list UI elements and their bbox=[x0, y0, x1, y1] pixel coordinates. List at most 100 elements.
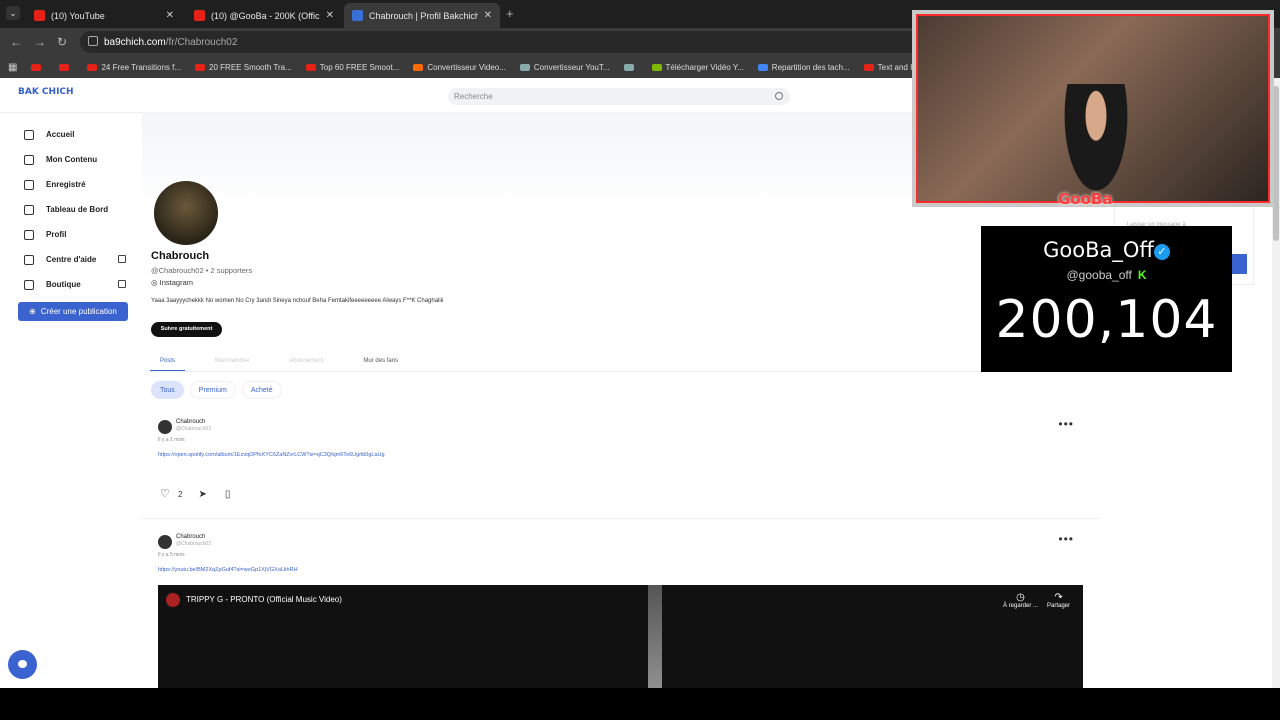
avatar[interactable] bbox=[158, 420, 172, 434]
instagram-link[interactable]: ◎ Instagram bbox=[151, 278, 193, 287]
bookmark-label: Télécharger Vidéo Y... bbox=[665, 62, 744, 72]
bookmark-label: 24 Free Transitions f... bbox=[101, 62, 182, 72]
like-count: 2 bbox=[178, 490, 183, 499]
bookmark-label: Top 60 FREE Smoot... bbox=[319, 62, 400, 72]
send-icon[interactable]: ➤ bbox=[198, 489, 206, 500]
tab-youtube[interactable]: (10) YouTube ✕ bbox=[26, 3, 182, 28]
heart-icon[interactable]: ♡ bbox=[160, 489, 172, 500]
tab-gooba[interactable]: (10) @GooBa - 200K (Official A ✕ bbox=[186, 3, 342, 28]
search-placeholder: Recherche bbox=[454, 92, 493, 101]
follower-counter-overlay: GooBa_Off ✓ @gooba_off K 200,104 bbox=[981, 226, 1232, 372]
sidebar: Accueil Mon Contenu Enregistré Tableau d… bbox=[18, 122, 138, 321]
sidebar-item-profil[interactable]: Profil bbox=[18, 222, 138, 247]
back-icon[interactable]: ← bbox=[10, 35, 22, 49]
bookmark-3[interactable]: 24 Free Transitions f... bbox=[87, 63, 181, 72]
video-title[interactable]: TRIPPY G - PRONTO (Official Music Video) bbox=[186, 595, 342, 604]
youtube-icon bbox=[31, 63, 42, 71]
bookmark-8[interactable] bbox=[623, 63, 638, 71]
video-frame-detail bbox=[648, 585, 662, 688]
follow-button[interactable]: Suivre gratuitement bbox=[151, 322, 222, 337]
filter-achete[interactable]: Acheté bbox=[241, 381, 282, 399]
forward-icon[interactable]: → bbox=[34, 35, 46, 49]
apps-icon[interactable]: ▦ bbox=[8, 62, 17, 73]
counter-handle-row: @gooba_off K bbox=[981, 268, 1232, 282]
youtube-icon bbox=[305, 63, 316, 71]
post-author[interactable]: Chabrouch bbox=[176, 534, 205, 540]
youtube-icon bbox=[87, 63, 98, 71]
site-logo[interactable]: BAK CHICH bbox=[18, 88, 74, 97]
bookmark-icon[interactable]: ▯ bbox=[225, 489, 231, 500]
sidebar-item-centre-aide[interactable]: Centre d'aide bbox=[18, 247, 138, 272]
post-filters: Tous Premium Acheté bbox=[151, 381, 288, 399]
share-button[interactable]: ↷ Partager bbox=[1047, 592, 1070, 609]
sidebar-item-accueil[interactable]: Accueil bbox=[18, 122, 138, 147]
youtube-icon bbox=[34, 10, 45, 21]
sidebar-item-boutique[interactable]: Boutique bbox=[18, 272, 138, 297]
search-icon[interactable] bbox=[775, 92, 783, 100]
profile-handle: @Chabrouch02 • 2 supporters bbox=[151, 266, 253, 275]
bookmark-4[interactable]: 20 FREE Smooth Tra... bbox=[195, 63, 292, 72]
post-author[interactable]: Chabrouch bbox=[176, 419, 205, 425]
tab-label: (10) @GooBa - 200K (Official A bbox=[211, 10, 320, 21]
home-icon bbox=[24, 129, 34, 140]
tab-chabrouch[interactable]: Chabrouch | Profil Bakchich | Ba ✕ bbox=[344, 3, 500, 28]
new-tab-button[interactable]: + bbox=[506, 6, 514, 21]
sidebar-item-label: Boutique bbox=[46, 280, 81, 289]
video-embed[interactable]: TRIPPY G - PRONTO (Official Music Video)… bbox=[158, 585, 1083, 688]
tab-mur-des-fans[interactable]: Mur des fans bbox=[353, 354, 408, 371]
sidebar-item-label: Enregistré bbox=[46, 180, 86, 189]
bookmark-1[interactable] bbox=[31, 63, 45, 71]
bookmark-6[interactable]: Convertisseur Video... bbox=[413, 63, 506, 72]
channel-avatar[interactable] bbox=[166, 593, 180, 607]
webcam-overlay: GooBa bbox=[912, 10, 1274, 211]
tab-posts[interactable]: Posts bbox=[150, 354, 186, 371]
profile-avatar[interactable] bbox=[152, 179, 220, 247]
address-bar[interactable]: ba9chich.com/fr/Chabrouch02 bbox=[80, 31, 940, 53]
watch-later-button[interactable]: ◷ À regarder ... bbox=[1003, 592, 1038, 609]
avatar[interactable] bbox=[158, 535, 172, 549]
close-icon[interactable]: ✕ bbox=[326, 10, 334, 21]
create-post-button[interactable]: ⊕ Créer une publication bbox=[18, 302, 128, 321]
post-actions: ♡ 2 ➤ ▯ bbox=[160, 489, 231, 501]
bookmark-10[interactable]: Repartition des tach... bbox=[757, 63, 850, 72]
tab-abonnement[interactable]: Abonnement bbox=[279, 354, 333, 371]
site-info-icon[interactable] bbox=[88, 36, 98, 46]
instagram-label: Instagram bbox=[159, 278, 193, 287]
streamer-logo: GooBa bbox=[1058, 190, 1113, 208]
kick-icon: K bbox=[1137, 268, 1147, 282]
globe-icon bbox=[623, 63, 634, 71]
url-site: ba9chich.com bbox=[104, 36, 166, 48]
tab-marchandise[interactable]: Marchandise bbox=[205, 354, 259, 371]
reload-icon[interactable]: ↻ bbox=[57, 35, 67, 49]
tab-search-icon[interactable]: ⌄ bbox=[6, 6, 20, 20]
sidebar-item-enregistre[interactable]: Enregistré bbox=[18, 172, 138, 197]
close-icon[interactable]: ✕ bbox=[166, 10, 174, 21]
post-link[interactable]: https://open.spotify.com/album/1EzvqOPfo… bbox=[158, 452, 385, 458]
sidebar-item-label: Centre d'aide bbox=[46, 255, 97, 264]
close-icon[interactable]: ✕ bbox=[484, 10, 492, 21]
bookmark-7[interactable]: Convertisseur YouT... bbox=[519, 63, 610, 72]
bookmark-9[interactable]: Télécharger Vidéo Y... bbox=[651, 62, 744, 72]
more-options-icon[interactable]: ••• bbox=[1058, 417, 1074, 431]
post-link[interactable]: https://youtu.be/BM2XqZpGuf4?si=woGp1XjV… bbox=[158, 567, 298, 573]
plus-icon: ⊕ bbox=[29, 307, 36, 316]
bookmark-2[interactable] bbox=[59, 63, 73, 71]
dashboard-icon bbox=[24, 204, 34, 215]
menu-icon bbox=[24, 154, 34, 165]
watch-later-label: À regarder ... bbox=[1003, 603, 1039, 609]
more-options-icon[interactable]: ••• bbox=[1058, 532, 1074, 546]
filter-premium[interactable]: Premium bbox=[189, 381, 236, 399]
sidebar-item-mon-contenu[interactable]: Mon Contenu bbox=[18, 147, 138, 172]
bookmark-5[interactable]: Top 60 FREE Smoot... bbox=[305, 62, 400, 72]
sidebar-item-label: Mon Contenu bbox=[46, 155, 98, 164]
instagram-icon: ◎ bbox=[151, 278, 160, 287]
bakchich-icon bbox=[352, 10, 363, 21]
sidebar-item-tableau-de-bord[interactable]: Tableau de Bord bbox=[18, 197, 138, 222]
search-input[interactable]: Recherche bbox=[448, 88, 790, 105]
bookmark-label: 20 FREE Smooth Tra... bbox=[209, 62, 292, 72]
chat-button[interactable] bbox=[8, 650, 37, 679]
post-card: Chabrouch @Chabrouch02 Il y a 5 mois htt… bbox=[142, 527, 1100, 688]
browser-window: ⌄ (10) YouTube ✕ (10) @GooBa - 200K (Off… bbox=[0, 0, 1280, 688]
youtube-icon bbox=[194, 10, 205, 21]
filter-tous[interactable]: Tous bbox=[151, 381, 184, 399]
